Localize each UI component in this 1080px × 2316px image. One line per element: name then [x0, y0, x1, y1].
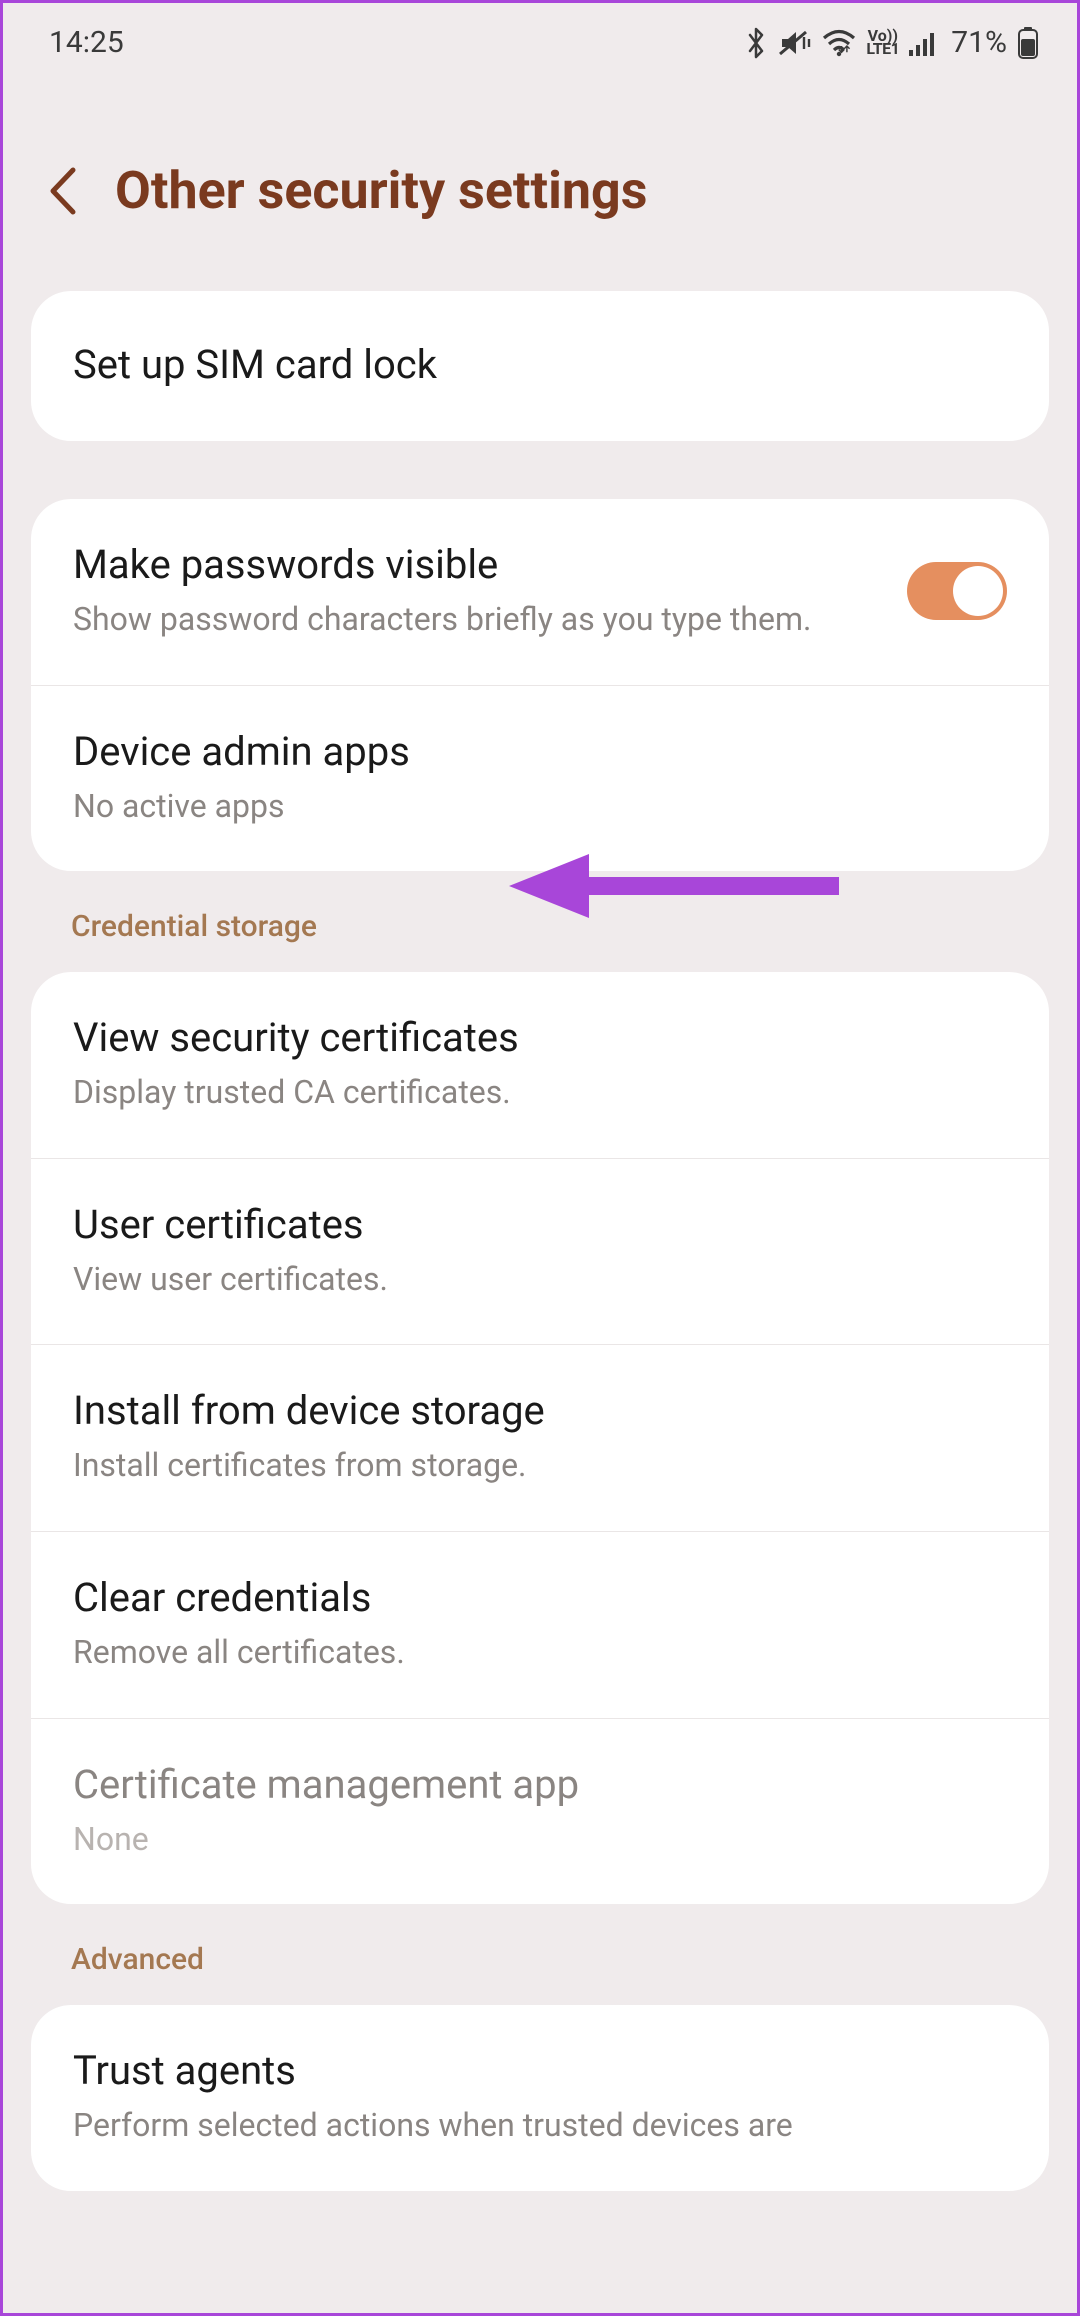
item-title: Make passwords visible: [73, 541, 887, 589]
item-subtitle: Remove all certificates.: [73, 1632, 1007, 1674]
item-make-passwords-visible[interactable]: Make passwords visible Show password cha…: [31, 499, 1049, 686]
section-header-credential-storage: Credential storage: [3, 871, 1077, 972]
item-user-certificates[interactable]: User certificates View user certificates…: [31, 1159, 1049, 1346]
settings-card: View security certificates Display trust…: [31, 972, 1049, 1904]
page-title: Other security settings: [115, 160, 647, 221]
item-title: User certificates: [73, 1201, 1007, 1249]
item-title: Install from device storage: [73, 1387, 1007, 1435]
item-subtitle: Install certificates from storage.: [73, 1445, 1007, 1487]
item-title: Set up SIM card lock: [73, 341, 1007, 389]
bluetooth-icon: [744, 27, 768, 59]
item-view-security-certificates[interactable]: View security certificates Display trust…: [31, 972, 1049, 1159]
settings-card: Set up SIM card lock: [31, 291, 1049, 441]
page-header: Other security settings: [3, 70, 1077, 291]
back-button[interactable]: [47, 166, 79, 216]
item-sim-card-lock[interactable]: Set up SIM card lock: [31, 291, 1049, 441]
item-subtitle: View user certificates.: [73, 1259, 1007, 1301]
item-title: Clear credentials: [73, 1574, 1007, 1622]
battery-percent: 71%: [951, 25, 1007, 60]
wifi-icon: [822, 29, 856, 57]
settings-card: Make passwords visible Show password cha…: [31, 499, 1049, 871]
status-icons: Vo))LTE1 71%: [744, 25, 1039, 60]
status-time: 14:25: [49, 25, 124, 60]
item-trust-agents[interactable]: Trust agents Perform selected actions wh…: [31, 2005, 1049, 2191]
item-subtitle: Show password characters briefly as you …: [73, 599, 887, 641]
mute-vibrate-icon: [778, 28, 812, 58]
item-device-admin-apps[interactable]: Device admin apps No active apps: [31, 686, 1049, 872]
item-install-from-device-storage[interactable]: Install from device storage Install cert…: [31, 1345, 1049, 1532]
status-bar: 14:25 Vo))LTE1: [3, 3, 1077, 70]
item-clear-credentials[interactable]: Clear credentials Remove all certificate…: [31, 1532, 1049, 1719]
item-title: View security certificates: [73, 1014, 1007, 1062]
item-subtitle: Perform selected actions when trusted de…: [73, 2105, 1007, 2147]
volte-icon: Vo))LTE1: [866, 30, 899, 56]
settings-card: Trust agents Perform selected actions wh…: [31, 2005, 1049, 2191]
item-subtitle: Display trusted CA certificates.: [73, 1072, 1007, 1114]
toggle-passwords-visible[interactable]: [907, 562, 1007, 620]
item-title: Certificate management app: [73, 1761, 1007, 1809]
item-subtitle: No active apps: [73, 786, 1007, 828]
item-certificate-management-app: Certificate management app None: [31, 1719, 1049, 1905]
item-title: Device admin apps: [73, 728, 1007, 776]
signal-icon: [909, 30, 939, 56]
item-title: Trust agents: [73, 2047, 1007, 2095]
section-header-advanced: Advanced: [3, 1904, 1077, 2005]
battery-icon: [1017, 27, 1039, 59]
item-subtitle: None: [73, 1819, 1007, 1861]
